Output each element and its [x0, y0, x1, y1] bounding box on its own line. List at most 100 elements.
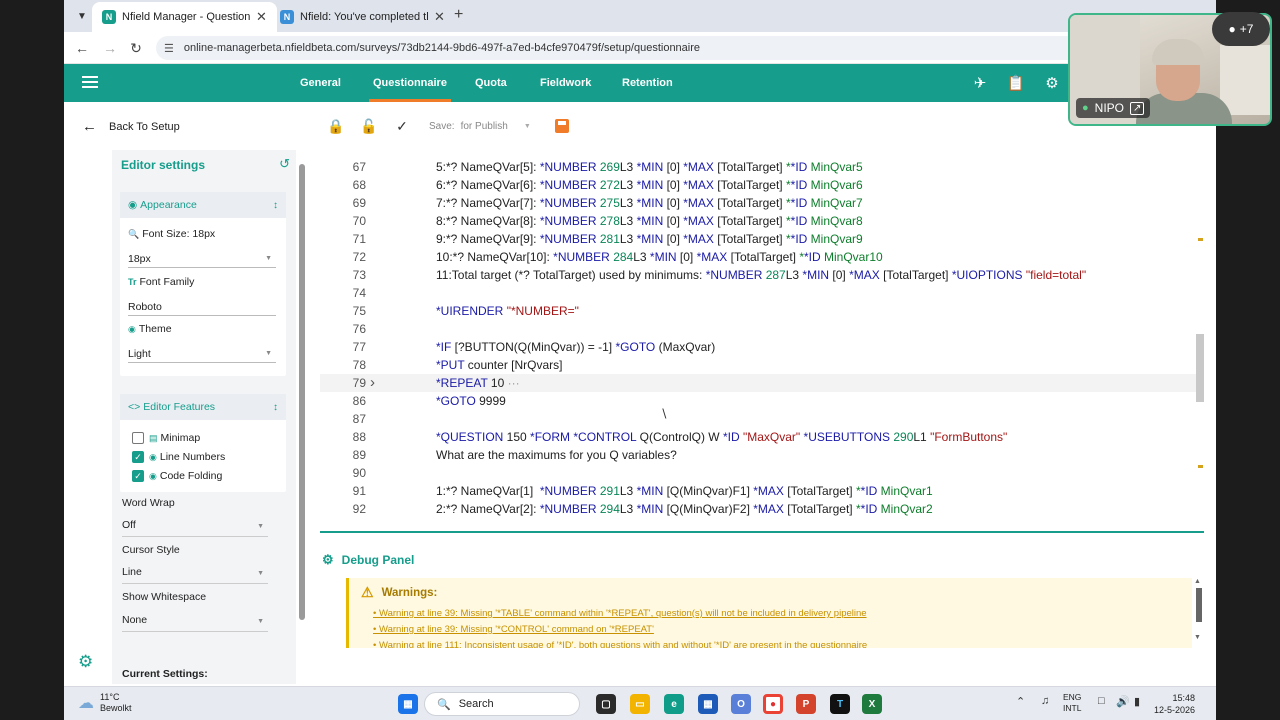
- editor-features-header[interactable]: <> Editor Features ↕: [120, 394, 286, 420]
- collapse-icon[interactable]: ↕: [273, 402, 278, 413]
- weather-widget[interactable]: ☁ 11°C Bewolkt: [78, 692, 132, 714]
- network-icon[interactable]: □: [1098, 695, 1105, 707]
- gear-icon[interactable]: ⚙: [1043, 74, 1061, 92]
- chevron-up-icon[interactable]: ⌃: [1016, 695, 1025, 708]
- language-indicator[interactable]: ENG INTL: [1063, 692, 1081, 714]
- tab-quota[interactable]: Quota: [475, 64, 507, 102]
- code-line[interactable]: 92 2:*? NameQVar[2]: *NUMBER 294L3 *MIN […: [320, 500, 1204, 516]
- save-disk-icon[interactable]: [554, 119, 569, 133]
- scroll-down-icon[interactable]: ▼: [1194, 634, 1201, 641]
- code-line[interactable]: 68 6:*? NameQVar[6]: *NUMBER 272L3 *MIN […: [320, 176, 1204, 194]
- new-tab-icon[interactable]: +: [454, 6, 463, 24]
- save-mode-select[interactable]: for Publish: [461, 121, 508, 132]
- debug-scrollbar[interactable]: ▲ ▼: [1194, 578, 1204, 644]
- teams-icon[interactable]: T: [830, 694, 850, 714]
- word-wrap-select[interactable]: Off ▼: [122, 519, 268, 537]
- check-icon[interactable]: ✓: [392, 116, 412, 136]
- code-line[interactable]: 67 5:*? NameQVar[5]: *NUMBER 269L3 *MIN […: [320, 158, 1204, 176]
- code-line[interactable]: 77 *IF [?BUTTON(Q(MinQvar)) = -1] *GOTO (…: [320, 338, 1204, 356]
- minimap-checkbox[interactable]: [132, 432, 144, 444]
- mic-tray-icon[interactable]: ♫: [1041, 695, 1049, 707]
- volume-icon[interactable]: 🔊: [1116, 695, 1130, 708]
- task-view-icon[interactable]: ▢: [596, 694, 616, 714]
- sidebar-scrollbar[interactable]: [298, 158, 306, 678]
- editor-scrollbar[interactable]: [1194, 154, 1204, 516]
- code-line[interactable]: 90: [320, 464, 1204, 482]
- cursor-style-select[interactable]: Line ▼: [122, 566, 268, 584]
- warning-icon: ⚠: [361, 584, 374, 600]
- tab-retention[interactable]: Retention: [622, 64, 673, 102]
- tab-questionnaire[interactable]: Questionnaire: [369, 64, 451, 102]
- reset-icon[interactable]: ↺: [279, 156, 290, 172]
- browser-tab[interactable]: N Nfield: You've completed this s ✕: [270, 2, 455, 32]
- unlock-icon[interactable]: 🔓: [359, 116, 379, 136]
- battery-icon[interactable]: ▮: [1134, 695, 1140, 708]
- code-editor[interactable]: 67 5:*? NameQVar[5]: *NUMBER 269L3 *MIN […: [320, 154, 1204, 516]
- theme-select[interactable]: Light ▼: [128, 345, 276, 363]
- code-line[interactable]: 88 *QUESTION 150 *FORM *CONTROL Q(Control…: [320, 428, 1204, 446]
- minimap-option[interactable]: ▤ Minimap: [132, 432, 200, 444]
- lock-icon[interactable]: 🔒: [326, 116, 346, 136]
- code-line[interactable]: 76: [320, 320, 1204, 338]
- font-family-select[interactable]: Roboto: [128, 298, 276, 316]
- menu-icon[interactable]: [82, 76, 98, 88]
- settings-gear-icon[interactable]: ⚙: [78, 652, 93, 672]
- font-size-select[interactable]: 18px ▼: [128, 250, 276, 268]
- line-numbers-checkbox[interactable]: ✓: [132, 451, 144, 463]
- tab-general[interactable]: General: [300, 64, 341, 102]
- back-to-setup-button[interactable]: ← Back To Setup: [82, 118, 180, 135]
- code-line[interactable]: 78 *PUT counter [NrQvars]: [320, 356, 1204, 374]
- collapse-icon[interactable]: ↕: [273, 200, 278, 211]
- tab-fieldwork[interactable]: Fieldwork: [540, 64, 591, 102]
- close-tab-icon[interactable]: ✕: [434, 9, 445, 25]
- excel-icon[interactable]: X: [862, 694, 882, 714]
- taskbar-search[interactable]: 🔍 Search: [424, 692, 580, 716]
- code-line[interactable]: 75 *UIRENDER "*NUMBER=": [320, 302, 1204, 320]
- clipboard-icon[interactable]: 📋: [1007, 74, 1026, 92]
- code-line[interactable]: 74: [320, 284, 1204, 302]
- close-tab-icon[interactable]: ✕: [256, 9, 267, 25]
- code-line[interactable]: 71 9:*? NameQVar[9]: *NUMBER 281L3 *MIN […: [320, 230, 1204, 248]
- line-number: 68: [352, 178, 366, 192]
- outlook-icon[interactable]: O: [731, 694, 751, 714]
- code-folding-option[interactable]: ✓ ◉ Code Folding: [132, 470, 222, 482]
- code-line[interactable]: 79 › *REPEAT 10 ···: [320, 374, 1204, 392]
- fold-chevron-icon[interactable]: ›: [370, 374, 375, 392]
- windows-start-icon[interactable]: ▦: [398, 694, 418, 714]
- browser-tab-active[interactable]: N Nfield Manager - Questionnaire ✕: [92, 2, 277, 32]
- code-line[interactable]: 89 What are the maximums for you Q variab…: [320, 446, 1204, 464]
- url-field[interactable]: ☰ online-managerbeta.nfieldbeta.com/surv…: [156, 36, 1156, 60]
- line-numbers-option[interactable]: ✓ ◉ Line Numbers: [132, 451, 225, 463]
- airplane-icon[interactable]: ✈: [971, 74, 989, 92]
- code-line[interactable]: 87: [320, 410, 1204, 428]
- scroll-up-icon[interactable]: ▲: [1194, 578, 1201, 585]
- code-line[interactable]: 91 1:*? NameQVar[1] *NUMBER 291L3 *MIN [Q…: [320, 482, 1204, 500]
- tab-search-chevron-icon[interactable]: ▼: [72, 6, 92, 26]
- warning-link[interactable]: Warning at line 39: Missing '*TABLE' com…: [373, 608, 867, 619]
- site-info-icon[interactable]: ☰: [164, 42, 174, 55]
- chrome-icon[interactable]: ●: [763, 694, 783, 714]
- code-line[interactable]: 70 8:*? NameQVar[8]: *NUMBER 278L3 *MIN […: [320, 212, 1204, 230]
- back-arrow-icon[interactable]: ←: [72, 38, 92, 58]
- debug-panel-header[interactable]: ⚙ Debug Panel: [322, 552, 414, 568]
- code-folding-checkbox[interactable]: ✓: [132, 470, 144, 482]
- warning-link[interactable]: Warning at line 39: Missing '*CONTROL' c…: [373, 624, 654, 635]
- code-line[interactable]: 86 *GOTO 9999: [320, 392, 1204, 410]
- powerpoint-icon[interactable]: P: [796, 694, 816, 714]
- reload-icon[interactable]: ↻: [126, 38, 146, 58]
- appearance-header[interactable]: ◉ Appearance ↕: [120, 192, 286, 218]
- show-whitespace-select[interactable]: None ▼: [122, 614, 268, 632]
- clock[interactable]: 15:48 12-5-2026: [1154, 692, 1195, 716]
- code-line[interactable]: 73 11:Total target (*? TotalTarget) used …: [320, 266, 1204, 284]
- code-text: 8:*? NameQVar[8]: *NUMBER 278L3 *MIN [0]…: [436, 214, 863, 228]
- code-line[interactable]: 72 10:*? NameQVar[10]: *NUMBER 284L3 *MIN…: [320, 248, 1204, 266]
- forward-arrow-icon[interactable]: →: [100, 38, 120, 58]
- edge-icon[interactable]: e: [664, 694, 684, 714]
- file-explorer-icon[interactable]: ▭: [630, 694, 650, 714]
- code-line[interactable]: 69 7:*? NameQVar[7]: *NUMBER 275L3 *MIN […: [320, 194, 1204, 212]
- left-panel: ← Back To Setup Editor settings ↺ ◉ Appe…: [64, 102, 312, 686]
- participants-button[interactable]: ● +7: [1212, 12, 1270, 46]
- store-icon[interactable]: ▦: [698, 694, 718, 714]
- warning-link[interactable]: Warning at line 111: Inconsistent usage …: [373, 640, 867, 648]
- code-text: *IF [?BUTTON(Q(MinQvar)) = -1] *GOTO (Ma…: [436, 340, 716, 354]
